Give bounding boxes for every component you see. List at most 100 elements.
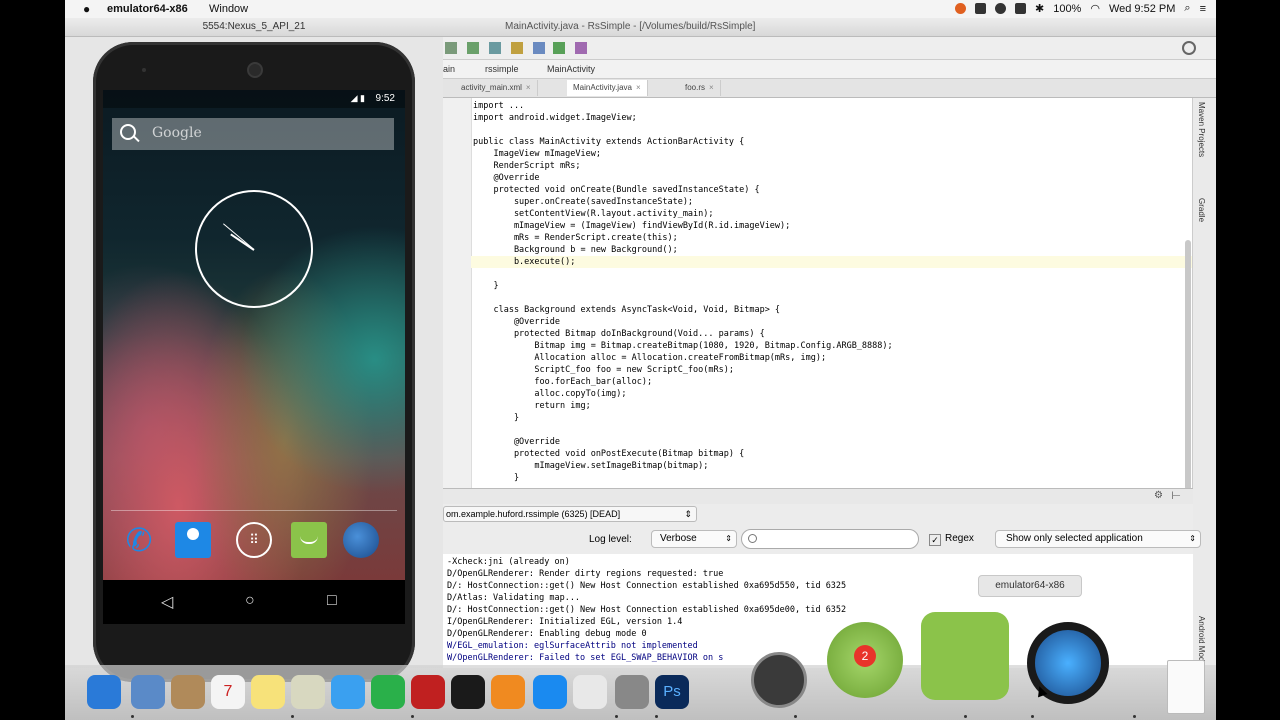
toolbar-icon[interactable] <box>533 42 545 54</box>
logcat-search-input[interactable] <box>741 529 919 549</box>
maven-projects-tab[interactable]: Maven Projects <box>1197 102 1206 157</box>
tab-foo-rs[interactable]: foo.rs × <box>679 80 721 96</box>
toolbar-icon[interactable] <box>467 42 479 54</box>
contacts-app-icon[interactable] <box>175 522 211 558</box>
phone-app-icon[interactable]: ✆ <box>121 522 157 558</box>
wifi-icon[interactable]: ◠ <box>1090 2 1100 15</box>
editor-scrollbar[interactable] <box>1185 240 1191 488</box>
phone-screen[interactable]: ◢ ▮ 9:52 Google ✆ ⠿ <box>103 90 405 580</box>
status-dropbox-icon[interactable] <box>974 3 986 14</box>
android-dock: ✆ ⠿ <box>103 522 405 566</box>
window-menu[interactable]: Window <box>209 3 248 15</box>
toolbar-icon[interactable] <box>445 42 457 54</box>
spotlight-icon[interactable]: ⌕ <box>1184 2 1190 15</box>
menu-clock[interactable]: Wed 9:52 PM <box>1109 3 1175 15</box>
chevron-down-icon: ⇕ <box>684 509 692 519</box>
chevron-down-icon: ⇕ <box>725 534 732 543</box>
system-preferences-icon[interactable] <box>615 675 649 709</box>
xcode-icon[interactable] <box>751 652 807 708</box>
search-everywhere-icon[interactable] <box>1182 41 1196 55</box>
code-line: foo.forEach_bar(alloc); <box>473 377 653 387</box>
bluetooth-icon[interactable]: ✱ <box>1035 2 1044 15</box>
checkbox-icon[interactable]: ✓ <box>929 534 941 546</box>
app-drawer-icon[interactable]: ⠿ <box>236 522 272 558</box>
close-icon[interactable]: × <box>709 83 714 92</box>
browser-app-icon[interactable] <box>343 522 379 558</box>
messages-icon[interactable] <box>331 675 365 709</box>
status-sync-icon[interactable] <box>994 3 1006 14</box>
running-indicator <box>615 715 618 718</box>
breadcrumb-item[interactable]: rssimple <box>485 64 519 74</box>
ide-title: MainActivity.java - RsSimple - [/Volumes… <box>443 18 1216 37</box>
document-icon[interactable] <box>1167 660 1205 714</box>
contacts-icon[interactable] <box>171 675 205 709</box>
log-line: D/: HostConnection::get() New Host Conne… <box>447 605 847 615</box>
back-icon[interactable]: ◁ <box>161 592 173 612</box>
code-line: protected Bitmap doInBackground(Void... … <box>473 329 765 339</box>
ibooks-icon[interactable] <box>491 675 525 709</box>
notes-icon[interactable] <box>251 675 285 709</box>
analog-clock-widget[interactable] <box>195 190 313 308</box>
photoshop-icon[interactable]: Ps <box>655 675 689 709</box>
tab-activity-main[interactable]: activity_main.xml × <box>455 80 538 96</box>
preview-icon[interactable] <box>131 675 165 709</box>
editor-gutter[interactable] <box>443 98 472 488</box>
recents-icon[interactable]: □ <box>327 592 337 610</box>
itunes-icon[interactable] <box>451 675 485 709</box>
battery-percent[interactable]: 100% <box>1053 3 1081 15</box>
toolbar-icon[interactable] <box>511 42 523 54</box>
clock-minute-hand <box>223 223 255 250</box>
notification-badge: 2 <box>854 645 876 667</box>
front-camera <box>247 62 263 78</box>
logcat-filter-bar: Log level: Verbose ⇕ ✓ Regex Show only sel… <box>443 524 1201 555</box>
close-icon[interactable]: × <box>636 83 641 92</box>
code-line: @Override <box>473 317 560 327</box>
status-app-icon[interactable] <box>954 3 966 14</box>
log-line: I/OpenGLRenderer: Initialized EGL, versi… <box>447 617 683 627</box>
breadcrumb: ain rssimple MainActivity <box>443 60 1216 79</box>
calendar-icon[interactable]: 7 <box>211 675 245 709</box>
photos-icon[interactable] <box>291 675 325 709</box>
photo-booth-icon[interactable] <box>411 675 445 709</box>
code-line: class Background extends AsyncTask<Void,… <box>473 305 781 315</box>
breadcrumb-item[interactable]: MainActivity <box>547 64 595 74</box>
facetime-icon[interactable] <box>371 675 405 709</box>
close-icon[interactable]: × <box>526 83 531 92</box>
home-icon[interactable]: ○ <box>245 592 255 610</box>
android-mode-tab[interactable]: Android Mode <box>1197 616 1206 666</box>
running-indicator <box>655 715 658 718</box>
code-editor[interactable]: import ... import android.widget.ImageVie… <box>443 98 1193 488</box>
gradle-tab[interactable]: Gradle <box>1197 198 1206 222</box>
log-level-select[interactable]: Verbose ⇕ <box>651 530 737 548</box>
process-select[interactable]: om.example.huford.rssimple (6325) [DEAD]… <box>443 506 697 522</box>
settings-gear-icon[interactable]: ⚙ <box>1154 490 1163 501</box>
signal-icon: ◢ ▮ <box>350 93 365 103</box>
hide-panel-icon[interactable]: ⊢ <box>1171 489 1181 502</box>
code-line: protected void onPostExecute(Bitmap bitm… <box>473 449 745 459</box>
android-emulator-icon[interactable] <box>921 612 1009 700</box>
tab-main-activity[interactable]: MainActivity.java × <box>567 80 648 96</box>
mac-menu-bar: ● emulator64-x86 Window ✱ 100% ◠ Wed 9:5… <box>65 0 1216 19</box>
code-line: super.onCreate(savedInstanceState); <box>473 197 694 207</box>
messaging-app-icon[interactable] <box>291 522 327 558</box>
chrome-icon[interactable] <box>573 675 607 709</box>
android-nav-bar: ◁ ○ □ <box>103 580 405 624</box>
log-line: D/OpenGLRenderer: Enabling debug mode 0 <box>447 629 647 639</box>
toolbar-icon[interactable] <box>489 42 501 54</box>
code-line: import ... <box>473 101 525 111</box>
running-indicator <box>291 715 294 718</box>
google-search-bar[interactable]: Google <box>112 118 394 150</box>
breadcrumb-item[interactable]: ain <box>443 64 455 74</box>
logcat-filter-select[interactable]: Show only selected application ⇕ <box>995 530 1201 548</box>
notification-center-icon[interactable]: ≡ <box>1200 3 1206 15</box>
emulator-window: 5554:Nexus_5_API_21 ◢ ▮ 9:52 Google ✆ ⠿ … <box>65 18 443 682</box>
status-volume-icon[interactable] <box>1014 3 1026 14</box>
android-status-bar[interactable]: ◢ ▮ 9:52 <box>103 90 405 108</box>
app-store-icon[interactable] <box>533 675 567 709</box>
safari-icon[interactable] <box>87 675 121 709</box>
app-menu[interactable]: emulator64-x86 <box>107 3 188 15</box>
toolbar-icon[interactable] <box>575 42 587 54</box>
apple-menu-icon[interactable]: ● <box>83 2 90 16</box>
toolbar-icon[interactable] <box>553 42 565 54</box>
regex-checkbox[interactable]: ✓ Regex <box>929 533 974 546</box>
